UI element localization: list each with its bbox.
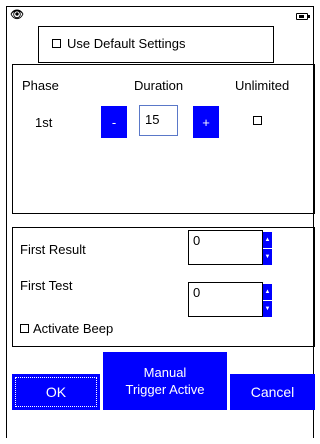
first-result-input[interactable]: 0 — [188, 230, 263, 265]
activate-beep-checkbox[interactable]: Activate Beep — [20, 321, 113, 336]
phase-label: 1st — [35, 115, 53, 130]
first-test-up-arrow-icon[interactable]: ▲ — [263, 284, 272, 300]
ok-button[interactable]: OK — [12, 374, 100, 410]
cancel-button[interactable]: Cancel — [230, 374, 315, 410]
unlimited-checkbox[interactable] — [253, 116, 262, 125]
phase-header: Phase — [22, 78, 59, 93]
first-test-label: First Test — [20, 278, 73, 293]
manual-trigger-button[interactable]: Manual Trigger Active — [103, 352, 227, 410]
checkbox-icon[interactable] — [52, 39, 61, 48]
first-result-up-arrow-icon[interactable]: ▲ — [263, 232, 272, 248]
first-test-input[interactable]: 0 — [188, 282, 263, 317]
trigger-line-2: Trigger Active — [125, 382, 205, 397]
use-default-settings-label: Use Default Settings — [67, 36, 186, 51]
increase-duration-button[interactable]: + — [193, 106, 219, 138]
duration-input[interactable]: 15 — [139, 105, 178, 136]
use-default-settings-checkbox[interactable]: Use Default Settings — [52, 36, 186, 51]
decrease-duration-button[interactable]: - — [101, 106, 127, 138]
first-result-label: First Result — [20, 242, 86, 257]
activate-beep-label: Activate Beep — [33, 321, 114, 336]
trigger-line-1: Manual — [143, 365, 187, 380]
first-test-down-arrow-icon[interactable]: ▼ — [263, 301, 272, 317]
binoculars-icon: 👁 — [10, 9, 24, 21]
checkbox-icon[interactable] — [20, 324, 29, 333]
unlimited-header: Unlimited — [235, 78, 290, 93]
duration-header: Duration — [134, 78, 184, 93]
first-result-down-arrow-icon[interactable]: ▼ — [263, 249, 272, 265]
battery-icon — [296, 13, 310, 20]
